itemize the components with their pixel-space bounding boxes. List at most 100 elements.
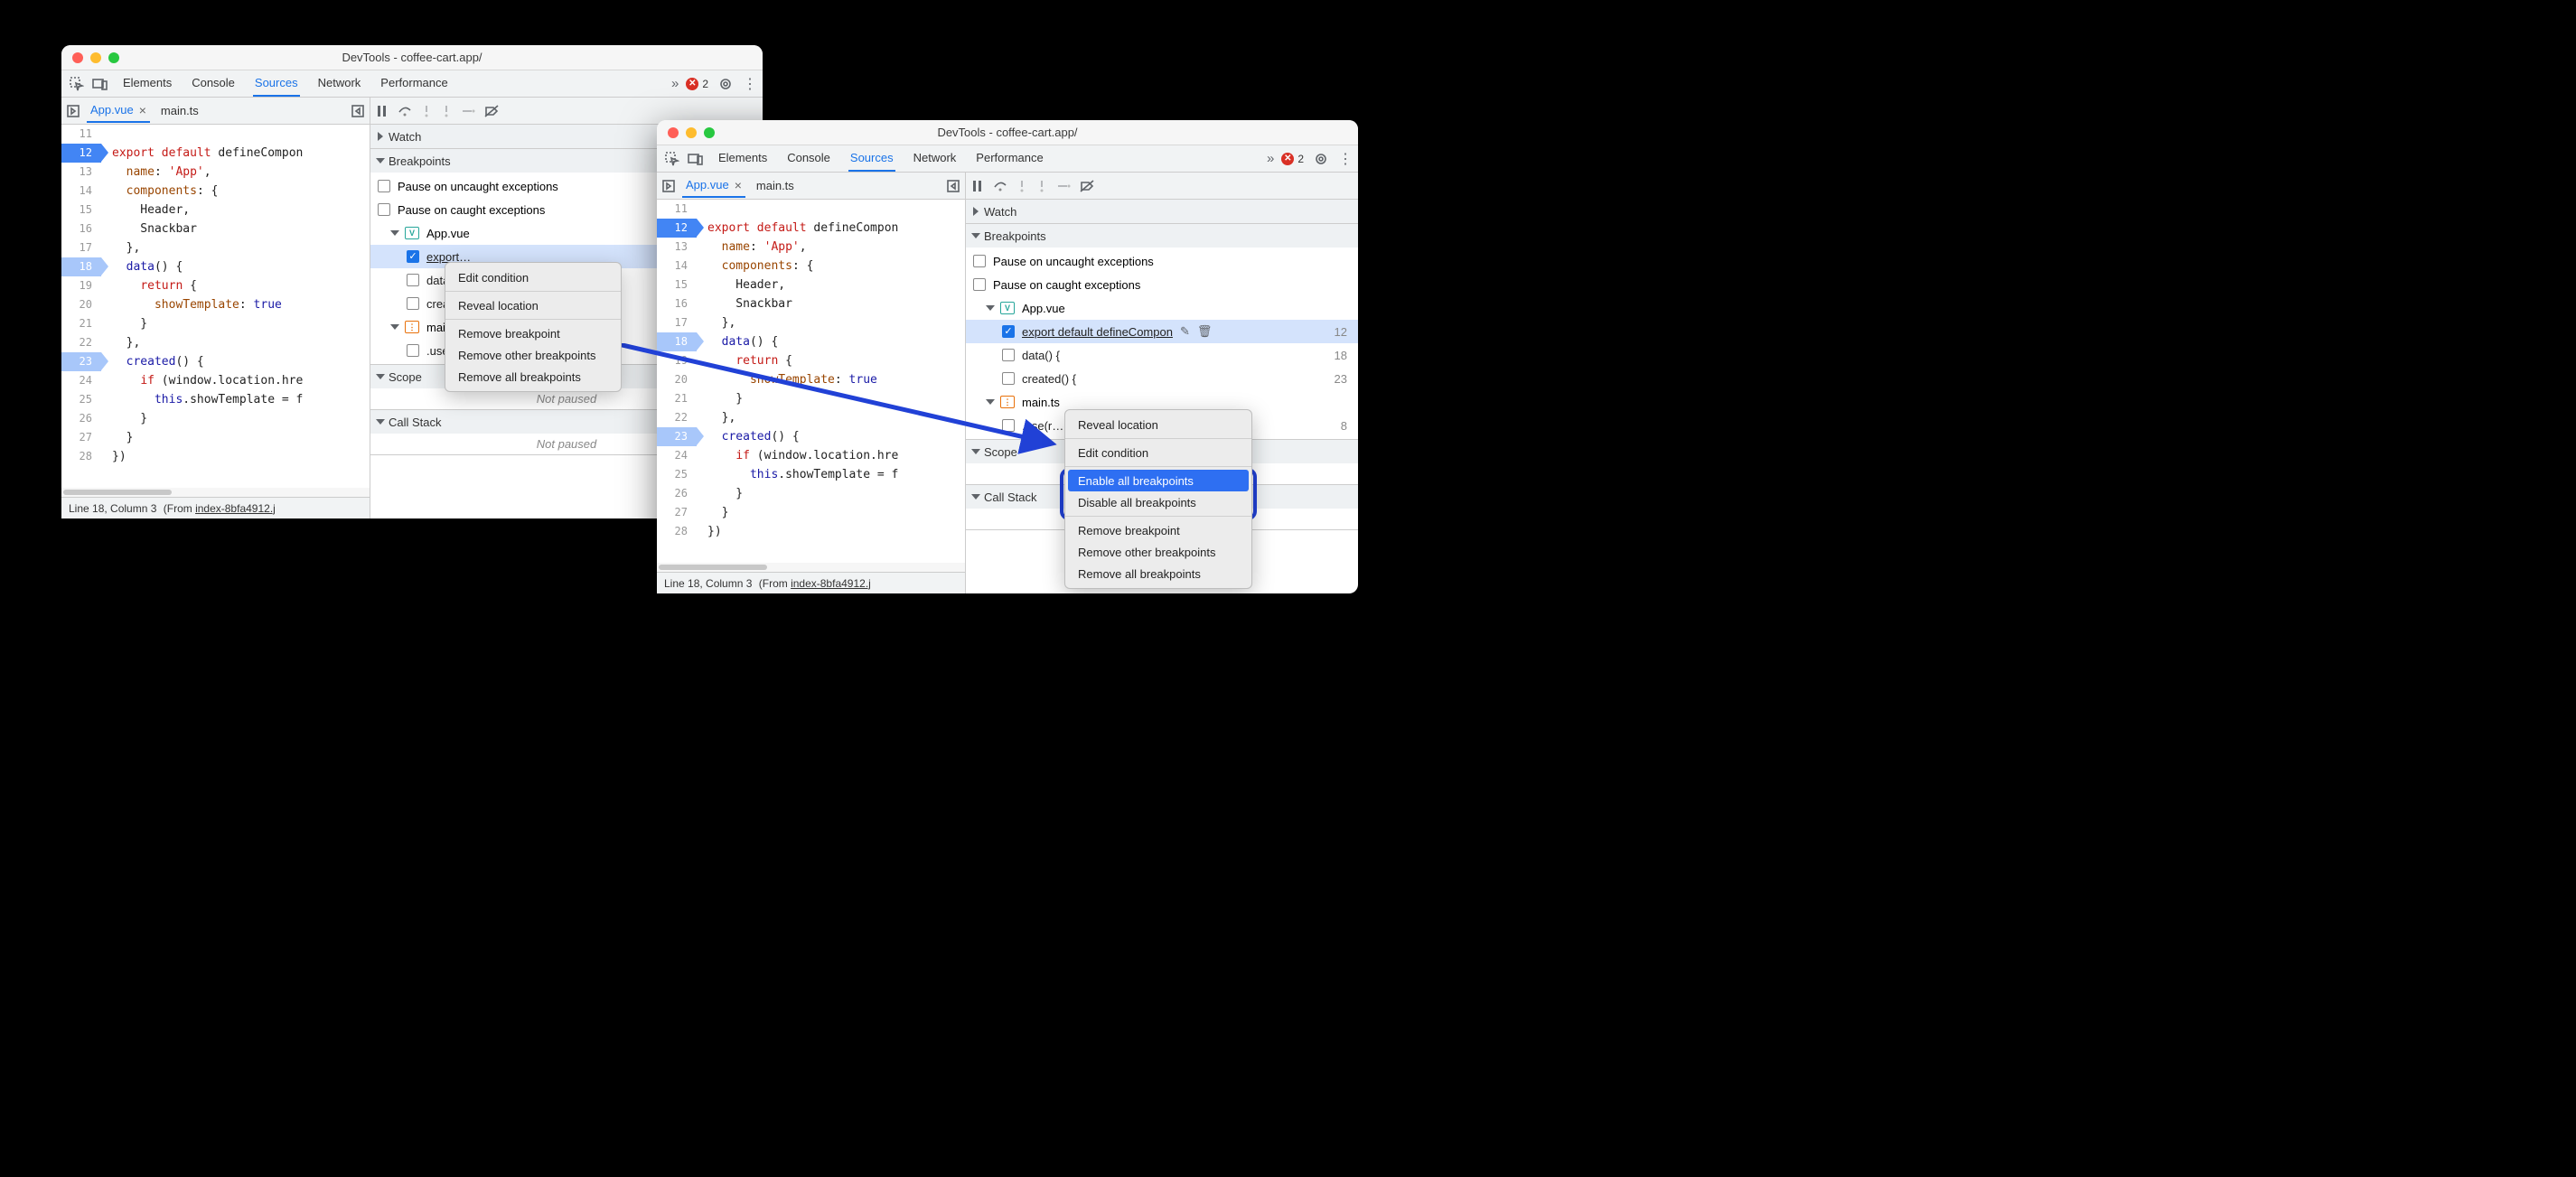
code-line[interactable]: 19 return { [657,351,965,370]
minimize-window-button[interactable] [686,127,697,138]
line-number-gutter[interactable]: 12 [657,219,697,238]
tab-network[interactable]: Network [316,70,363,97]
line-number-gutter[interactable]: 28 [657,522,697,541]
code-line[interactable]: 16 Snackbar [61,220,370,238]
line-number-gutter[interactable]: 22 [61,333,101,352]
watch-section-header[interactable]: Watch [966,200,1358,223]
line-number-gutter[interactable]: 23 [61,352,101,371]
breakpoints-section-header[interactable]: Breakpoints [966,224,1358,248]
close-window-button[interactable] [72,52,83,63]
code-line[interactable]: 18 data() { [657,332,965,351]
tab-elements[interactable]: Elements [717,145,769,172]
line-number-gutter[interactable]: 16 [657,294,697,313]
line-number-gutter[interactable]: 27 [61,428,101,447]
code-line[interactable]: 25 this.showTemplate = f [657,465,965,484]
error-badge[interactable]: ✕ 2 [1281,153,1304,165]
ctx-remove-other-breakpoints[interactable]: Remove other breakpoints [445,344,621,366]
code-line[interactable]: 11 [657,200,965,219]
debugger-toggle-icon[interactable] [351,105,364,117]
step-over-icon[interactable] [398,105,412,117]
checkbox[interactable] [1002,349,1015,361]
code-line[interactable]: 15 Header, [61,201,370,220]
line-number-gutter[interactable]: 18 [657,332,697,351]
code-line[interactable]: 27 } [657,503,965,522]
ctx-reveal-location[interactable]: Reveal location [445,294,621,316]
editor-horizontal-scrollbar[interactable] [657,563,965,572]
checkbox[interactable] [378,180,390,192]
breakpoint-row[interactable]: export default defineCompon ✎ 🗑 12 [966,320,1358,343]
line-number-gutter[interactable]: 21 [657,389,697,408]
breakpoint-row[interactable]: data() { 18 [966,343,1358,367]
tab-elements[interactable]: Elements [121,70,173,97]
checkbox[interactable] [973,278,986,291]
step-out-icon[interactable] [1036,180,1047,192]
code-line[interactable]: 15 Header, [657,276,965,294]
checkbox[interactable] [1002,325,1015,338]
line-number-gutter[interactable]: 26 [657,484,697,503]
zoom-window-button[interactable] [108,52,119,63]
step-over-icon[interactable] [993,180,1007,192]
code-line[interactable]: 17 }, [657,313,965,332]
tab-console[interactable]: Console [190,70,237,97]
close-file-tab-icon[interactable]: × [735,178,742,192]
code-editor[interactable]: 1112export default defineCompon13 name: … [657,200,965,563]
line-number-gutter[interactable]: 17 [61,238,101,257]
code-line[interactable]: 13 name: 'App', [657,238,965,257]
checkbox[interactable] [1002,372,1015,385]
code-line[interactable]: 20 showTemplate: true [657,370,965,389]
code-editor[interactable]: 1112export default defineCompon13 name: … [61,125,370,488]
breakpoint-row[interactable]: created() { 23 [966,367,1358,390]
line-number-gutter[interactable]: 28 [61,447,101,466]
code-line[interactable]: 18 data() { [61,257,370,276]
line-number-gutter[interactable]: 15 [657,276,697,294]
tab-network[interactable]: Network [912,145,959,172]
line-number-gutter[interactable]: 20 [657,370,697,389]
sourcemap-link[interactable]: index-8bfa4912.j [195,502,276,515]
line-number-gutter[interactable]: 12 [61,144,101,163]
line-number-gutter[interactable]: 15 [61,201,101,220]
settings-gear-icon[interactable] [716,74,735,94]
tab-sources[interactable]: Sources [253,70,300,97]
navigator-toggle-icon[interactable] [662,180,675,192]
code-line[interactable]: 17 }, [61,238,370,257]
device-toolbar-icon[interactable] [90,74,110,94]
line-number-gutter[interactable]: 24 [657,446,697,465]
line-number-gutter[interactable]: 16 [61,220,101,238]
line-number-gutter[interactable]: 25 [61,390,101,409]
error-badge[interactable]: ✕ 2 [686,78,708,90]
ctx-remove-breakpoint[interactable]: Remove breakpoint [445,322,621,344]
ctx-remove-all-breakpoints[interactable]: Remove all breakpoints [445,366,621,388]
checkbox[interactable] [407,297,419,310]
line-number-gutter[interactable]: 24 [61,371,101,390]
code-line[interactable]: 14 components: { [61,182,370,201]
pause-resume-icon[interactable] [376,105,389,117]
zoom-window-button[interactable] [704,127,715,138]
ctx-edit-condition[interactable]: Edit condition [445,266,621,288]
tab-console[interactable]: Console [785,145,832,172]
line-number-gutter[interactable]: 13 [61,163,101,182]
line-number-gutter[interactable]: 22 [657,408,697,427]
line-number-gutter[interactable]: 23 [657,427,697,446]
pause-resume-icon[interactable] [971,180,984,192]
minimize-window-button[interactable] [90,52,101,63]
code-line[interactable]: 14 components: { [657,257,965,276]
close-file-tab-icon[interactable]: × [139,103,146,117]
code-line[interactable]: 12export default defineCompon [61,144,370,163]
sourcemap-link[interactable]: index-8bfa4912.j [791,577,871,590]
ctx-remove-other-breakpoints[interactable]: Remove other breakpoints [1065,541,1251,563]
tab-performance[interactable]: Performance [379,70,449,97]
code-line[interactable]: 24 if (window.location.hre [657,446,965,465]
ctx-disable-all-breakpoints[interactable]: Disable all breakpoints [1065,491,1251,513]
tab-performance[interactable]: Performance [974,145,1044,172]
delete-breakpoint-icon[interactable]: 🗑 [1197,324,1213,339]
line-number-gutter[interactable]: 19 [657,351,697,370]
deactivate-breakpoints-icon[interactable] [484,105,499,117]
line-number-gutter[interactable]: 11 [657,200,697,219]
step-into-icon[interactable] [1016,180,1027,192]
file-tab-main-ts[interactable]: main.ts [753,174,798,198]
more-tabs-icon[interactable]: » [1267,151,1274,166]
pause-caught-row[interactable]: Pause on caught exceptions [966,273,1358,296]
pause-uncaught-row[interactable]: Pause on uncaught exceptions [966,249,1358,273]
line-number-gutter[interactable]: 14 [61,182,101,201]
tab-sources[interactable]: Sources [848,145,895,172]
